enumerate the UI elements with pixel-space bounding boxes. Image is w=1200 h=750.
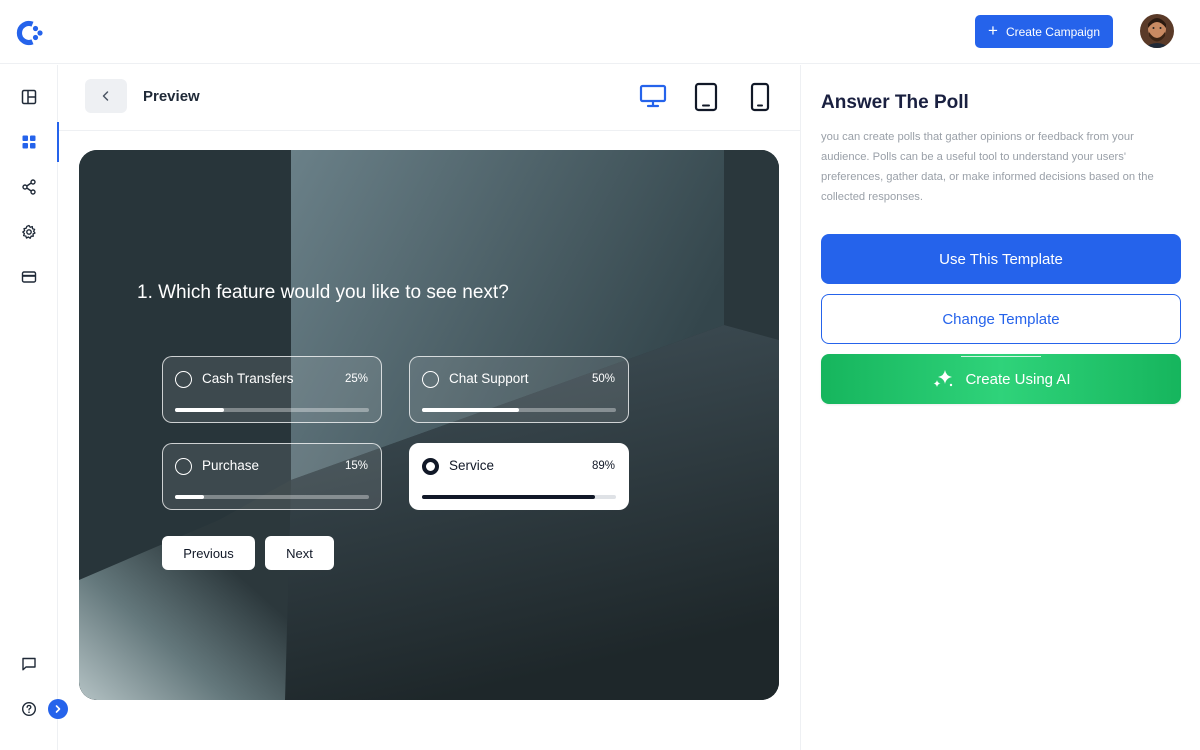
option-label: Cash Transfers xyxy=(202,371,294,386)
poll-preview-card: 1. Which feature would you like to see n… xyxy=(79,150,779,700)
next-button[interactable]: Next xyxy=(265,536,334,570)
progress-fill xyxy=(175,495,205,499)
change-template-button[interactable]: Change Template xyxy=(821,294,1181,344)
previous-button[interactable]: Previous xyxy=(162,536,255,570)
chevron-right-icon xyxy=(55,705,61,713)
option-label: Service xyxy=(449,458,495,473)
expand-sidebar-button[interactable] xyxy=(48,699,68,719)
sidebar xyxy=(0,65,68,750)
radio-button[interactable] xyxy=(175,371,192,388)
back-button[interactable] xyxy=(85,79,127,113)
progress-track xyxy=(175,495,369,499)
progress-track xyxy=(175,408,369,412)
create-using-ai-label: Create Using AI xyxy=(965,370,1071,388)
device-tablet-button[interactable] xyxy=(693,82,719,117)
app-logo[interactable] xyxy=(14,18,44,48)
option-percent: 25% xyxy=(344,373,368,385)
card-icon xyxy=(21,271,37,283)
progress-fill xyxy=(175,408,224,412)
sparkle-icon xyxy=(933,370,953,387)
create-using-ai-button[interactable]: Create Using AI xyxy=(821,354,1181,404)
poll-background-image xyxy=(79,150,779,700)
option-label: Chat Support xyxy=(449,371,529,386)
radio-button-selected[interactable] xyxy=(422,458,439,475)
panel-description: you can create polls that gather opinion… xyxy=(821,131,1154,203)
option-label: Purchase xyxy=(202,458,260,473)
option-percent: 50% xyxy=(591,373,615,385)
layout-icon xyxy=(21,89,37,105)
gear-icon xyxy=(22,224,36,239)
share-icon xyxy=(22,179,36,195)
sidebar-item-settings[interactable] xyxy=(0,212,58,252)
grid-icon xyxy=(22,135,36,149)
poll-option-purchase[interactable]: Purchase 15% xyxy=(162,443,382,510)
help-icon xyxy=(21,701,37,717)
template-details-panel: Answer The Poll you can create polls tha… xyxy=(800,65,1200,750)
progress-fill xyxy=(422,495,595,499)
tablet-icon xyxy=(694,82,718,112)
poll-option-cash-transfers[interactable]: Cash Transfers 25% xyxy=(162,356,382,423)
option-percent: 15% xyxy=(344,460,368,472)
panel-title: Answer The Poll xyxy=(821,92,969,113)
progress-track xyxy=(422,408,616,412)
radio-button[interactable] xyxy=(175,458,192,475)
preview-header: Preview xyxy=(59,65,800,131)
sidebar-item-billing[interactable] xyxy=(0,257,58,297)
plus-icon: + xyxy=(988,21,998,40)
poll-question: 1. Which feature would you like to see n… xyxy=(137,282,509,303)
mobile-icon xyxy=(750,82,770,112)
poll-option-service[interactable]: Service 89% xyxy=(409,443,629,510)
create-campaign-label: Create Campaign xyxy=(1005,24,1100,39)
device-mobile-button[interactable] xyxy=(749,82,771,117)
preview-title: Preview xyxy=(143,88,200,105)
user-avatar[interactable] xyxy=(1140,14,1174,48)
sidebar-item-share[interactable] xyxy=(0,167,58,207)
use-template-button[interactable]: Use This Template xyxy=(821,234,1181,284)
chat-icon xyxy=(22,657,36,671)
progress-fill xyxy=(422,408,519,412)
top-bar: + Create Campaign xyxy=(0,0,1200,64)
desktop-icon xyxy=(639,84,667,108)
radio-button[interactable] xyxy=(422,371,439,388)
sidebar-item-templates[interactable] xyxy=(0,122,59,162)
device-desktop-button[interactable] xyxy=(639,83,667,114)
chevron-left-icon xyxy=(102,91,109,101)
sidebar-item-layout[interactable] xyxy=(0,77,58,117)
progress-track xyxy=(422,495,616,499)
poll-option-chat-support[interactable]: Chat Support 50% xyxy=(409,356,629,423)
sidebar-item-messages[interactable] xyxy=(0,644,58,684)
create-campaign-button[interactable]: + Create Campaign xyxy=(975,15,1113,48)
option-percent: 89% xyxy=(591,460,615,472)
